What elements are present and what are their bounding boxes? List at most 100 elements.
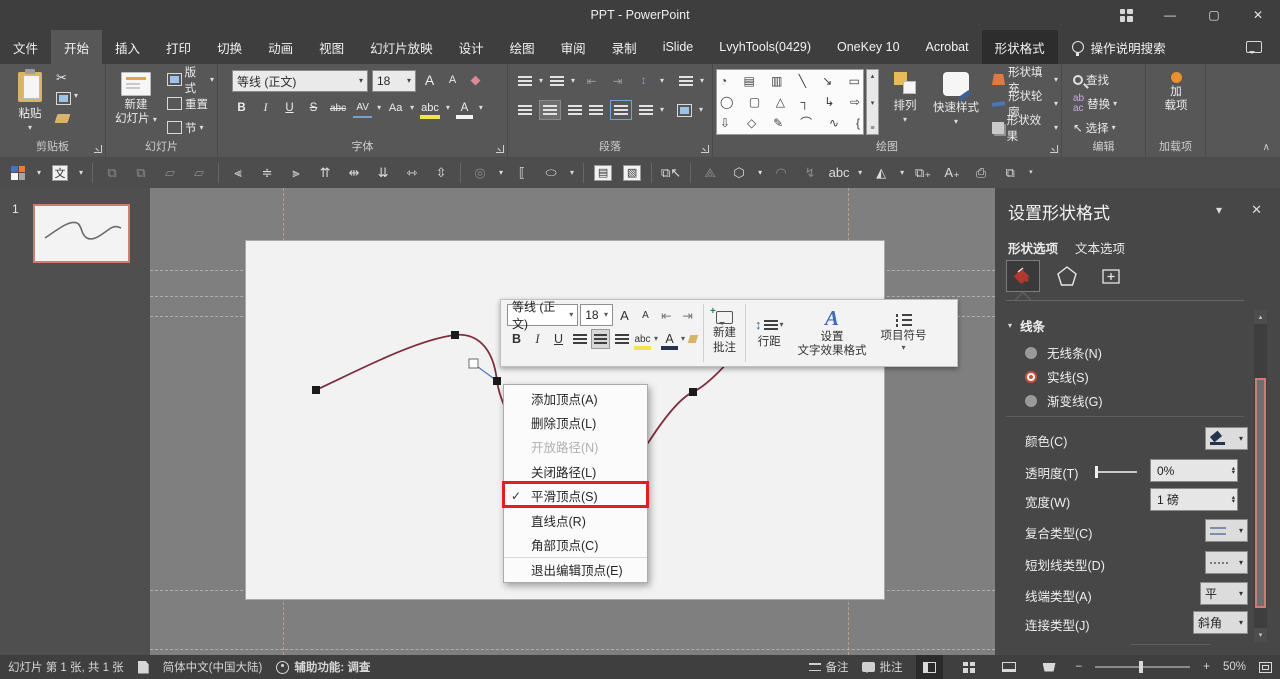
distribute-vertical-icon[interactable]: ⇳ [431, 163, 451, 183]
paste-button[interactable]: 粘贴 ▾ [8, 66, 52, 138]
fit-to-window-icon[interactable] [1259, 662, 1272, 673]
tab-file[interactable]: 文件 [0, 30, 51, 64]
radio-solid-line[interactable]: 实线(S) [1025, 367, 1089, 386]
underline-button[interactable]: U [280, 98, 299, 118]
slider-thumb[interactable] [1095, 466, 1098, 478]
copy-button[interactable]: ▾ [56, 92, 78, 105]
highlight-color-button[interactable]: abc [419, 98, 441, 118]
layers-add-icon[interactable]: ⧉₊ [913, 163, 933, 183]
reading-view-button[interactable] [996, 655, 1023, 679]
mini-highlight-dropdown[interactable]: ▾ [654, 335, 658, 343]
mini-align-center-button[interactable] [591, 329, 610, 349]
italic-button[interactable]: I [256, 98, 275, 118]
ribbon-display-options-icon[interactable] [1104, 0, 1148, 30]
align-left-objects-icon[interactable]: ⫷ [228, 163, 248, 183]
character-spacing-button[interactable]: AV [353, 98, 372, 118]
zoom-slider[interactable] [1095, 666, 1190, 668]
line-section-header[interactable]: ▾ 线条 [1008, 316, 1045, 335]
join-type-dropdown[interactable]: 斜角▾ [1193, 611, 1248, 634]
mini-line-spacing-button[interactable]: ↕▾ 行距 [748, 300, 791, 366]
align-center-button[interactable] [539, 100, 561, 120]
mini-align-right-button[interactable] [612, 329, 631, 349]
tab-animations[interactable]: 动画 [255, 30, 306, 64]
mini-text-effects-button[interactable]: A 设置 文字效果格式 [791, 300, 874, 366]
tab-shape-format[interactable]: 形状格式 [982, 30, 1058, 64]
tab-print[interactable]: 打印 [153, 30, 204, 64]
cut-button[interactable]: ✂ [56, 70, 67, 86]
tab-insert[interactable]: 插入 [102, 30, 153, 64]
shape-merge-icon[interactable]: ⬭ [541, 163, 561, 183]
mini-bullets-button[interactable]: 项目符号 ▾ [874, 300, 934, 366]
connector-icon[interactable]: ↯ [800, 163, 820, 183]
mini-italic-button[interactable]: I [528, 329, 547, 349]
tab-design[interactable]: 设计 [446, 30, 497, 64]
transparency-spinner[interactable]: 0% ▴▾ [1150, 459, 1238, 482]
mini-underline-button[interactable]: U [549, 329, 568, 349]
mini-increase-indent-button[interactable]: ⇥ [678, 305, 697, 325]
gradient-dropdown[interactable]: ▾ [900, 169, 904, 177]
slideshow-view-button[interactable] [1036, 655, 1063, 679]
zoom-level[interactable]: 50% [1223, 661, 1246, 673]
align-bottom-objects-icon[interactable]: ⇊ [373, 163, 393, 183]
mini-font-color-button[interactable]: A [660, 329, 679, 349]
bullets-button[interactable] [518, 76, 532, 86]
align-right-objects-icon[interactable]: ⫸ [286, 163, 306, 183]
format-painter-button[interactable] [56, 114, 69, 126]
stack-tool-icon[interactable]: ⧉ [1000, 163, 1020, 183]
comments-toggle[interactable]: 批注 [862, 659, 903, 675]
find-button[interactable]: 查找 [1070, 69, 1112, 90]
ungroup-objects-icon[interactable]: ▱ [160, 163, 180, 183]
shape-gallery[interactable]: ◔▤▥╲↘▭ ◯▢△┐↳⇨ ⇩◇✎⌒∿{ [716, 69, 864, 135]
combine-shapes-icon[interactable]: ◎ [470, 163, 490, 183]
character-spacing-dropdown[interactable]: ▾ [377, 104, 381, 112]
menu-item-smooth-point[interactable]: ✓ 平滑顶点(S) [504, 484, 647, 508]
mini-highlight-button[interactable]: abc [633, 329, 652, 349]
collapse-ribbon-button[interactable]: ∧ [1263, 142, 1270, 153]
picture-layout2-icon[interactable]: ▧ [622, 163, 642, 183]
vertex-3[interactable] [493, 377, 501, 385]
paragraph-dialog-launcher[interactable] [701, 145, 709, 153]
panel-scrollbar[interactable]: ▴ ▾ [1254, 310, 1267, 642]
fill-line-tab[interactable] [1006, 260, 1040, 292]
menu-item-delete-point[interactable]: 删除顶点(L) [504, 410, 647, 434]
proofing-status-icon[interactable] [138, 661, 149, 674]
drawing-dialog-launcher[interactable] [1050, 145, 1058, 153]
shape-effects-button[interactable]: 形状效果▾ [989, 117, 1061, 138]
increase-indent-button[interactable]: ⇥ [608, 71, 627, 91]
section-button[interactable]: 节▾ [164, 117, 207, 138]
decrease-indent-button[interactable]: ⇤ [582, 71, 601, 91]
theme-colors-dropdown[interactable]: ▾ [37, 169, 41, 177]
strikethrough-button[interactable]: S [304, 98, 323, 118]
font-color-dropdown[interactable]: ▾ [479, 104, 483, 112]
minimize-button[interactable]: — [1148, 0, 1192, 30]
comments-icon[interactable] [1246, 41, 1262, 53]
tab-acrobat[interactable]: Acrobat [913, 30, 982, 64]
vertex-2[interactable] [451, 331, 459, 339]
bold-button[interactable]: B [232, 98, 251, 118]
arc-tool-icon[interactable]: ◠ [771, 163, 791, 183]
tab-lvyhtools[interactable]: LvyhTools(0429) [706, 30, 824, 64]
mini-new-comment-button[interactable]: 新建 批注 [706, 300, 743, 366]
merge-objects-icon[interactable]: ▱ [189, 163, 209, 183]
tab-review[interactable]: 审阅 [548, 30, 599, 64]
tab-text-options[interactable]: 文本选项 [1075, 238, 1125, 257]
radio-gradient-line[interactable]: 渐变线(G) [1025, 391, 1103, 410]
convert-smartart-button[interactable] [677, 104, 692, 117]
font-family-combo[interactable]: 等线 (正文)▾ [232, 70, 368, 92]
slide-sorter-view-button[interactable] [956, 655, 983, 679]
distribute-button[interactable] [610, 100, 632, 120]
align-right-button[interactable] [568, 105, 582, 115]
vertex-1[interactable] [312, 386, 320, 394]
justify-button[interactable] [589, 105, 603, 115]
notes-toggle[interactable]: 备注 [809, 659, 849, 675]
mini-align-left-button[interactable] [570, 329, 589, 349]
mini-font-size-combo[interactable]: 18▾ [580, 304, 613, 326]
tab-shape-options[interactable]: 形状选项 [1008, 238, 1058, 257]
text-direction-button[interactable] [679, 76, 693, 86]
scrollbar-thumb[interactable] [1255, 378, 1266, 608]
shape-gallery-scroll[interactable]: ▴▾≡ [866, 69, 879, 135]
font-color-button[interactable]: A [455, 98, 474, 118]
change-case-dropdown[interactable]: ▾ [410, 104, 414, 112]
numbering-button[interactable] [550, 76, 564, 86]
screen-tool-icon[interactable]: ⎙ [971, 163, 991, 183]
